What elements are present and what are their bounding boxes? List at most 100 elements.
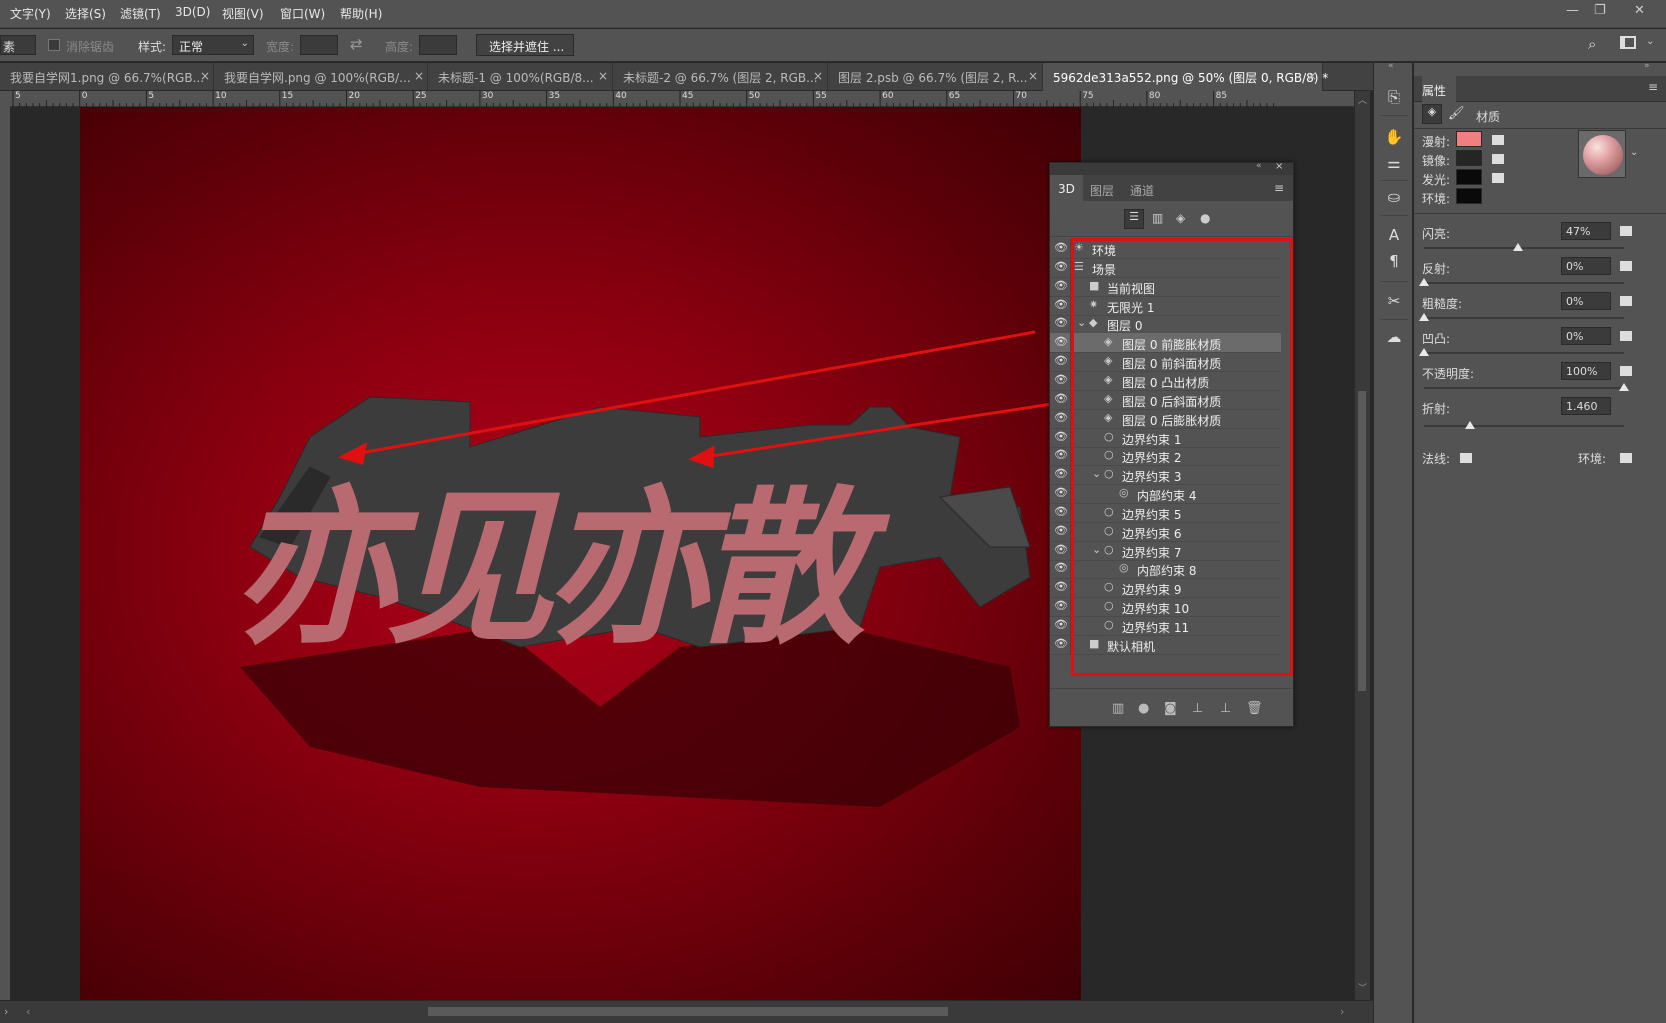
roughness-slider-thumb[interactable] bbox=[1419, 313, 1429, 321]
refraction-slider[interactable] bbox=[1424, 425, 1624, 427]
menu-view[interactable]: 视图(V) bbox=[222, 5, 264, 22]
constraint-icon[interactable]: ⊥ bbox=[1220, 701, 1231, 716]
new-3d-icon[interactable]: ◙ bbox=[1164, 701, 1177, 716]
shine-slider-thumb[interactable] bbox=[1513, 243, 1523, 251]
eye-icon[interactable]: 👁 bbox=[1054, 373, 1068, 386]
pixel-field[interactable]: 素 bbox=[0, 35, 36, 55]
eye-icon[interactable]: 👁 bbox=[1054, 543, 1068, 556]
eye-icon[interactable]: 👁 bbox=[1054, 637, 1068, 650]
minimize-button[interactable]: — bbox=[1566, 3, 1579, 18]
reflection-value[interactable]: 0% bbox=[1561, 257, 1611, 275]
eye-icon[interactable]: 👁 bbox=[1054, 392, 1068, 405]
shine-slider[interactable] bbox=[1424, 247, 1624, 249]
close-icon[interactable]: × bbox=[414, 69, 424, 83]
render-icon[interactable]: ▥ bbox=[1112, 701, 1124, 716]
refraction-slider-thumb[interactable] bbox=[1465, 421, 1475, 429]
scroll-down-icon[interactable]: ﹀ bbox=[1358, 981, 1367, 994]
menu-select[interactable]: 选择(S) bbox=[65, 5, 106, 22]
eye-icon[interactable]: 👁 bbox=[1054, 335, 1068, 348]
folder-icon[interactable] bbox=[1620, 453, 1632, 463]
illumination-swatch[interactable] bbox=[1456, 169, 1482, 185]
panel-titlebar[interactable]: « × bbox=[1050, 161, 1293, 175]
drop-to-ground-icon[interactable]: ⊥ bbox=[1192, 701, 1203, 716]
eye-icon[interactable]: 👁 bbox=[1054, 354, 1068, 367]
eye-icon[interactable]: 👁 bbox=[1054, 298, 1068, 311]
close-icon[interactable]: × bbox=[200, 69, 210, 83]
anti-alias-checkbox[interactable] bbox=[48, 39, 60, 51]
width-field[interactable] bbox=[300, 35, 338, 55]
eye-icon[interactable]: 👁 bbox=[1054, 467, 1068, 480]
document-canvas[interactable]: 亦见亦散 bbox=[80, 107, 1081, 1000]
menu-filter[interactable]: 滤镜(T) bbox=[120, 5, 161, 22]
bump-slider[interactable] bbox=[1424, 352, 1624, 354]
eye-icon[interactable]: 👁 bbox=[1054, 524, 1068, 537]
opacity-slider-thumb[interactable] bbox=[1619, 383, 1629, 391]
workspace-icon[interactable] bbox=[1620, 36, 1636, 49]
close-icon[interactable]: × bbox=[598, 69, 608, 83]
scroll-up-icon[interactable]: ︿ bbox=[1358, 93, 1367, 106]
folder-icon[interactable] bbox=[1492, 173, 1504, 183]
collapse-icon[interactable]: « bbox=[1388, 61, 1394, 71]
swap-icon[interactable]: ⇄ bbox=[350, 35, 363, 53]
brush-icon[interactable]: 🖌 bbox=[1448, 106, 1465, 121]
chevron-down-icon[interactable]: ⌄ bbox=[1630, 147, 1638, 158]
whole-scene-icon[interactable]: ☰ bbox=[1124, 209, 1144, 229]
folder-icon[interactable] bbox=[1620, 261, 1632, 271]
eye-icon[interactable]: 👁 bbox=[1054, 430, 1068, 443]
folder-icon[interactable] bbox=[1460, 453, 1472, 463]
menu-help[interactable]: 帮助(H) bbox=[340, 5, 382, 22]
eye-icon[interactable]: 👁 bbox=[1054, 486, 1068, 499]
material-preview[interactable] bbox=[1578, 130, 1626, 178]
eye-icon[interactable]: 👁 bbox=[1054, 505, 1068, 518]
scroll-right-icon[interactable]: › bbox=[1340, 1005, 1344, 1018]
opacity-slider[interactable] bbox=[1424, 387, 1624, 389]
chevron-right-icon[interactable]: › bbox=[4, 1005, 8, 1018]
trash-icon[interactable]: 🗑 bbox=[1246, 701, 1263, 716]
horizontal-scrollbar[interactable]: › ‹ › bbox=[0, 1000, 1373, 1023]
eye-icon[interactable]: 👁 bbox=[1054, 279, 1068, 292]
tab-channels[interactable]: 通道 bbox=[1122, 175, 1162, 201]
creative-cloud-icon[interactable]: ☁ bbox=[1384, 327, 1404, 347]
close-icon[interactable]: × bbox=[1028, 69, 1038, 83]
close-icon[interactable]: × bbox=[1307, 69, 1317, 83]
clone-source-icon[interactable]: ⛀ bbox=[1384, 187, 1404, 207]
eye-icon[interactable]: 👁 bbox=[1054, 580, 1068, 593]
close-button[interactable]: ✕ bbox=[1634, 3, 1645, 18]
close-icon[interactable]: × bbox=[813, 69, 823, 83]
properties-title[interactable]: 属性 bbox=[1422, 76, 1457, 102]
add-light-icon[interactable]: ● bbox=[1138, 701, 1149, 716]
character-icon[interactable]: A bbox=[1384, 225, 1404, 245]
ambient-swatch[interactable] bbox=[1456, 188, 1482, 204]
vscroll-thumb[interactable] bbox=[1358, 391, 1366, 691]
eye-icon[interactable]: 👁 bbox=[1054, 260, 1068, 273]
reflection-slider[interactable] bbox=[1424, 282, 1624, 284]
eye-icon[interactable]: 👁 bbox=[1054, 316, 1068, 329]
select-and-mask-button[interactable]: 选择并遮住 ... bbox=[476, 34, 574, 56]
hscroll-thumb[interactable] bbox=[428, 1007, 948, 1016]
tab-3d[interactable]: 3D bbox=[1050, 175, 1083, 201]
brush-presets-icon[interactable]: ✋ bbox=[1384, 127, 1404, 147]
menu-type[interactable]: 文字(Y) bbox=[10, 5, 51, 22]
adjustments-icon[interactable]: ⚌ bbox=[1384, 153, 1404, 173]
material-mode-icon[interactable]: ◈ bbox=[1422, 104, 1442, 124]
folder-icon[interactable] bbox=[1620, 331, 1632, 341]
restore-button[interactable]: ❐ bbox=[1594, 3, 1606, 18]
folder-icon[interactable] bbox=[1620, 226, 1632, 236]
bump-slider-thumb[interactable] bbox=[1419, 348, 1429, 356]
chevron-down-icon[interactable]: ⌄ bbox=[1646, 36, 1654, 47]
folder-icon[interactable] bbox=[1620, 296, 1632, 306]
menu-window[interactable]: 窗口(W) bbox=[280, 5, 325, 22]
collapse-icon[interactable]: « bbox=[1256, 161, 1262, 171]
shine-value[interactable]: 47% bbox=[1561, 222, 1611, 240]
search-icon[interactable]: ⌕ bbox=[1588, 35, 1596, 53]
roughness-value[interactable]: 0% bbox=[1561, 292, 1611, 310]
lights-icon[interactable]: ● bbox=[1200, 211, 1210, 225]
eye-icon[interactable]: 👁 bbox=[1054, 448, 1068, 461]
folder-icon[interactable] bbox=[1620, 366, 1632, 376]
style-select[interactable]: 正常 ⌄ bbox=[172, 35, 254, 55]
tab-layers[interactable]: 图层 bbox=[1082, 175, 1122, 201]
tab-doc-2[interactable]: 我要自学网.png @ 100%(RGB/... × bbox=[214, 63, 428, 91]
roughness-slider[interactable] bbox=[1424, 317, 1624, 319]
eye-icon[interactable]: 👁 bbox=[1054, 241, 1068, 254]
reflection-slider-thumb[interactable] bbox=[1419, 278, 1429, 286]
